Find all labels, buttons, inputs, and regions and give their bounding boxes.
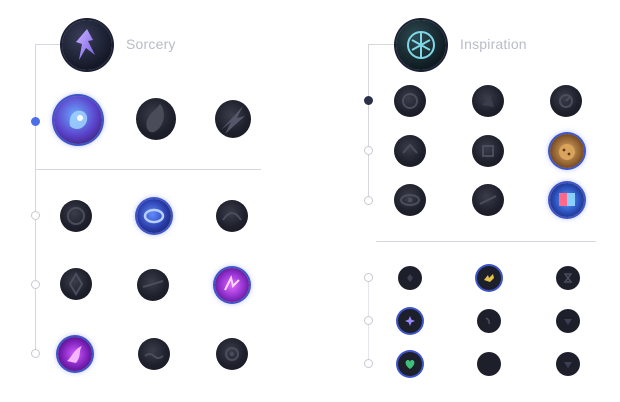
- ability-haste-shard-icon[interactable]: [556, 266, 580, 290]
- keystone-row-node: [31, 117, 40, 126]
- biscuit-delivery-icon[interactable]: [550, 134, 584, 168]
- minion-dematerializer-icon[interactable]: [472, 135, 504, 167]
- primary-row-1-node: [31, 211, 40, 220]
- gathering-storm-icon[interactable]: [216, 338, 248, 370]
- shard-row-2-node: [364, 316, 373, 325]
- armor-shard-icon[interactable]: [477, 352, 501, 376]
- phase-rush-icon[interactable]: [215, 100, 251, 138]
- arcane-comet-icon[interactable]: [136, 98, 176, 140]
- primary-tree-line: [35, 44, 36, 356]
- absolute-focus-icon[interactable]: [215, 268, 249, 302]
- magical-footwear-icon[interactable]: [472, 85, 504, 117]
- approach-velocity-icon[interactable]: [472, 184, 504, 216]
- primary-path-title: Sorcery: [126, 36, 176, 52]
- armor-shard-icon[interactable]: [477, 309, 501, 333]
- primary-title-connector: [35, 44, 63, 45]
- celerity-icon[interactable]: [137, 269, 169, 301]
- magic-resist-shard-icon[interactable]: [556, 352, 580, 376]
- summon-aery-icon[interactable]: [54, 96, 102, 144]
- adaptive-force-shard-icon[interactable]: [398, 309, 422, 333]
- cosmic-insight-icon[interactable]: [394, 184, 426, 216]
- secondary-row-2-node: [364, 146, 373, 155]
- secondary-path-title: Inspiration: [460, 36, 527, 52]
- nimbus-cloak-icon[interactable]: [216, 200, 248, 232]
- primary-keystone-divider: [35, 169, 261, 170]
- secondary-row-1-node: [364, 96, 373, 105]
- secondary-tree-line: [368, 44, 369, 201]
- scorch-icon[interactable]: [58, 337, 92, 371]
- attack-speed-shard-icon[interactable]: [477, 266, 501, 290]
- adaptive-force-shard-icon[interactable]: [398, 266, 422, 290]
- primary-row-2-node: [31, 280, 40, 289]
- perfect-timing-icon[interactable]: [550, 85, 582, 117]
- hextech-flashtraption-icon[interactable]: [394, 85, 426, 117]
- shard-row-1-node: [364, 273, 373, 282]
- sorcery-path-icon[interactable]: [62, 20, 112, 70]
- nullifying-orb-icon[interactable]: [60, 200, 92, 232]
- time-warp-tonic-icon[interactable]: [550, 183, 584, 217]
- shard-row-3-node: [364, 359, 373, 368]
- inspiration-path-icon[interactable]: [396, 20, 446, 70]
- health-shard-icon[interactable]: [398, 352, 422, 376]
- future-market-icon[interactable]: [394, 135, 426, 167]
- secondary-row-3-node: [364, 196, 373, 205]
- shards-divider: [376, 241, 596, 242]
- primary-row-3-node: [31, 349, 40, 358]
- magic-resist-shard-icon[interactable]: [556, 309, 580, 333]
- secondary-title-connector: [368, 44, 396, 45]
- manaflow-band-icon[interactable]: [137, 199, 171, 233]
- transcendence-icon[interactable]: [60, 268, 92, 300]
- waterwalking-icon[interactable]: [138, 338, 170, 370]
